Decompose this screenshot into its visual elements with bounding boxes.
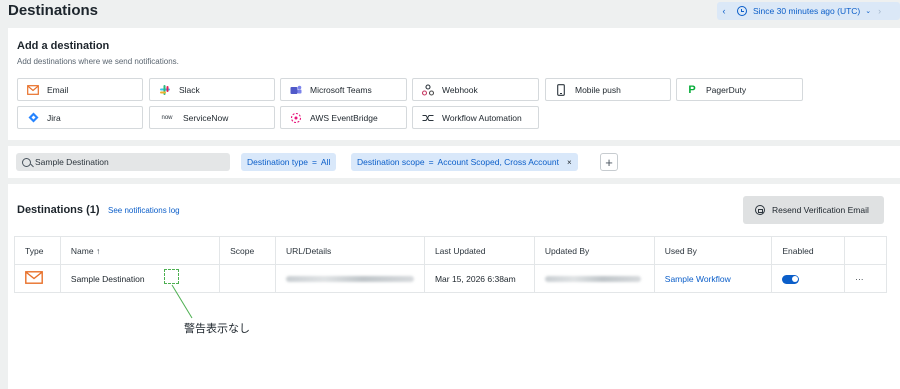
- annotation-text: 警告表示なし: [184, 322, 250, 335]
- annotation-leader-line: [171, 284, 193, 319]
